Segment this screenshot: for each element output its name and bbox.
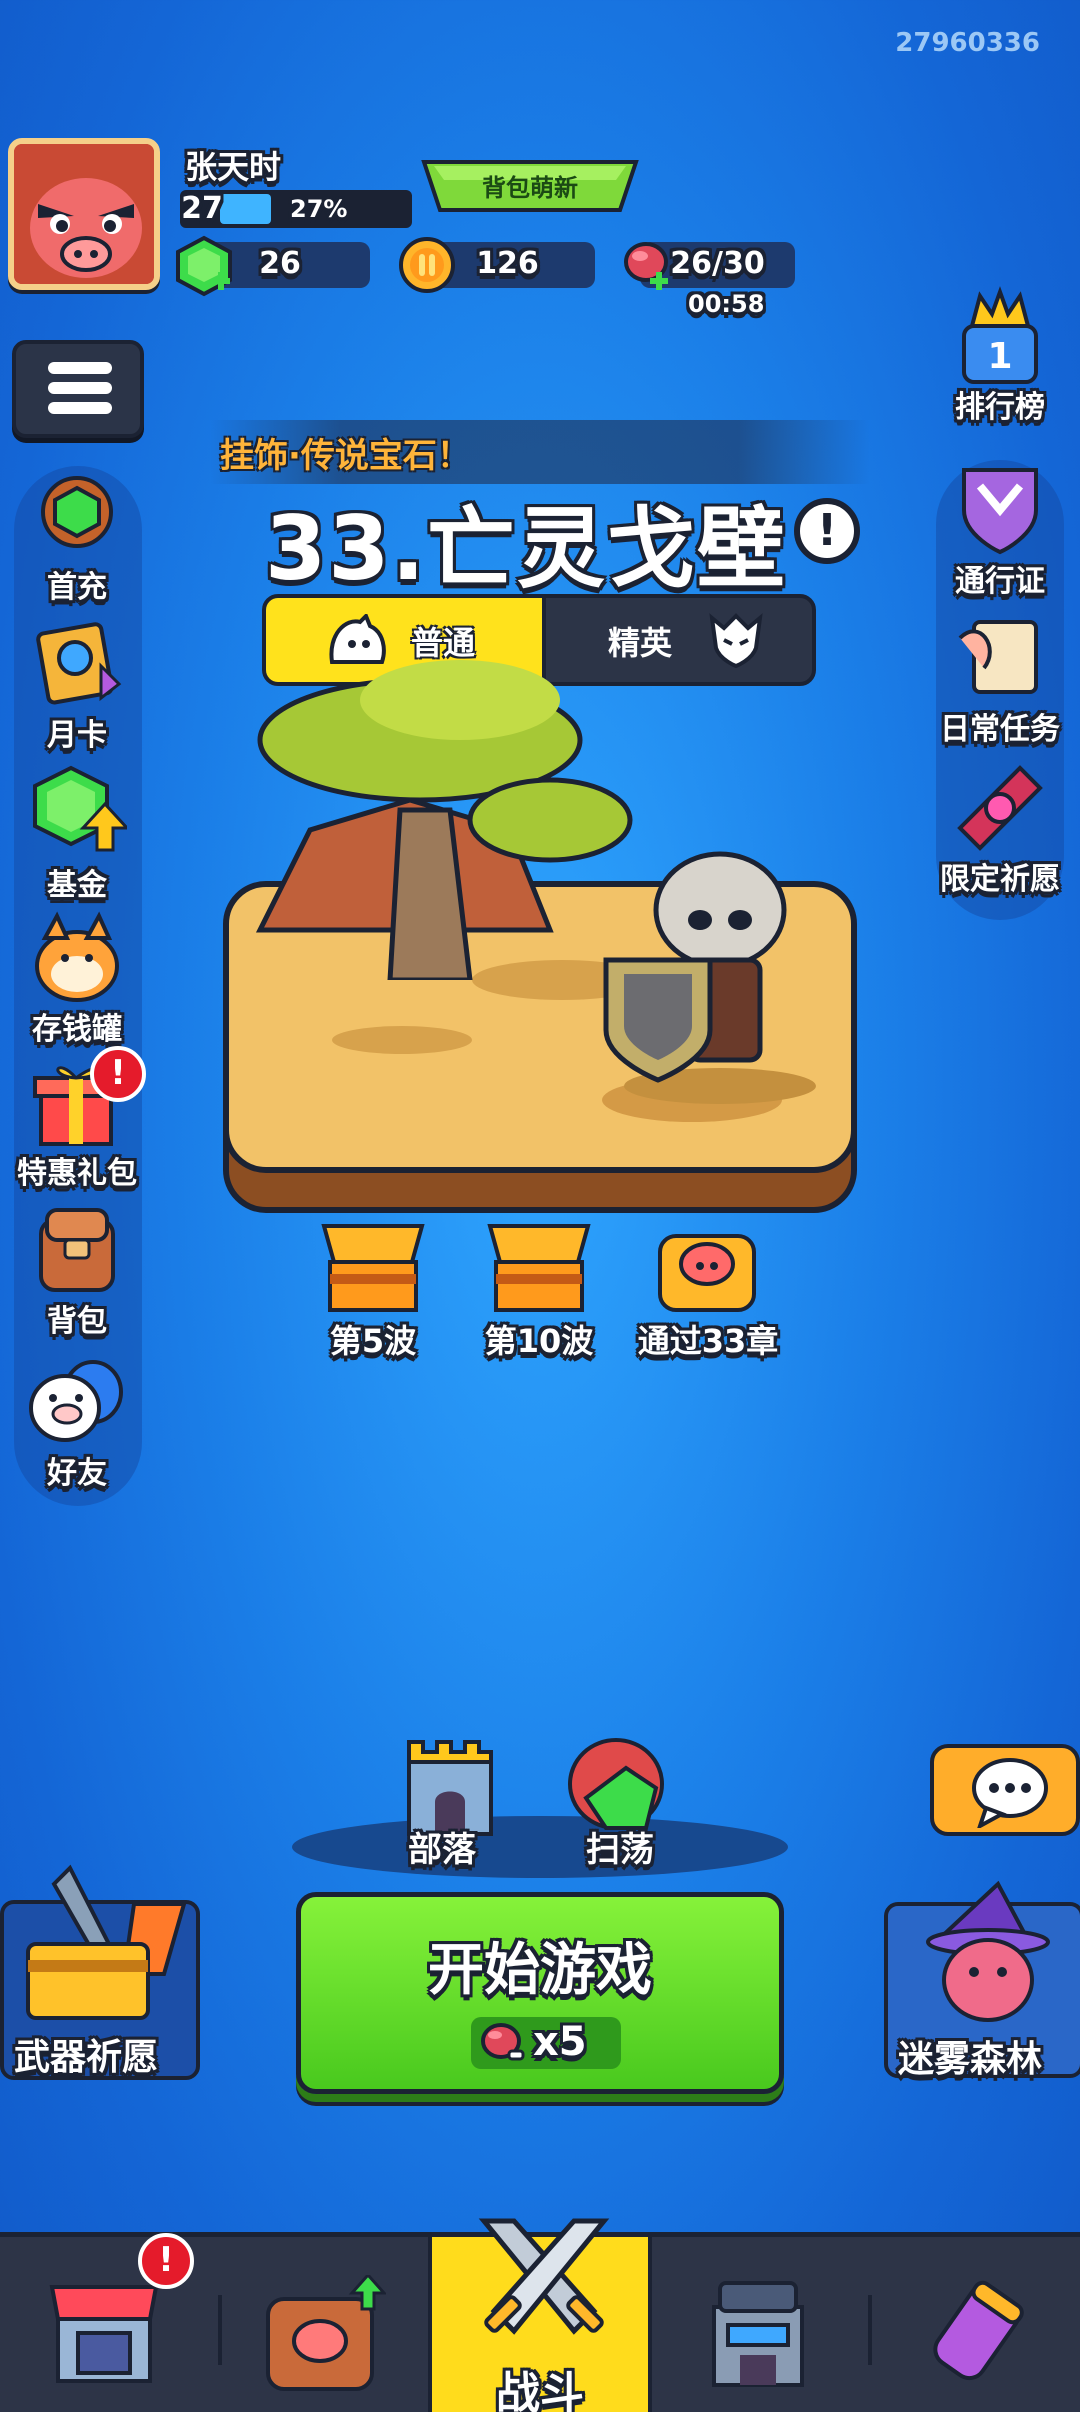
start-cost-value: x5 — [533, 2019, 587, 2065]
player-name: 张天时 — [185, 148, 282, 186]
reward-label: 通过33章 — [637, 1322, 779, 1360]
reward-wave-5[interactable]: 第5波 — [298, 1222, 448, 1362]
level-percent: 27% — [290, 195, 348, 223]
backpack-nav-icon[interactable] — [256, 2275, 386, 2395]
stage-title: 33.亡灵戈壁 — [265, 497, 787, 600]
bottom-nav: ! 战斗 — [0, 2218, 1080, 2412]
friends-icon — [29, 1360, 123, 1442]
start-cost: x5 — [471, 2017, 621, 2069]
menu-icon-bar — [48, 402, 112, 414]
start-game-button[interactable]: 开始游戏 x5 — [296, 1892, 784, 2094]
level-progress-fill — [220, 194, 271, 224]
title-banner-button[interactable]: 背包萌新 — [420, 152, 640, 220]
stage-subtitle: 挂饰·传说宝石！ — [220, 436, 471, 476]
menu-icon-bar — [48, 382, 112, 394]
potion-icon[interactable] — [922, 2277, 1032, 2387]
side-item-label: 好友 — [47, 1456, 107, 1491]
nav-battle-label: 战斗 — [496, 2368, 584, 2412]
side-item-limited-wish[interactable]: 限定祈愿 — [922, 758, 1078, 898]
weapon-chest-icon — [26, 1864, 187, 2020]
side-item-label: 背包 — [47, 1304, 107, 1339]
stamina-timer: 00:58 — [688, 290, 765, 318]
nav-divider — [868, 2295, 872, 2365]
side-item-friends[interactable]: 好友 — [2, 1352, 152, 1492]
side-item-label: 首充 — [47, 570, 107, 605]
piggy-bank-icon — [35, 911, 119, 1002]
reward-clear-chapter-33[interactable]: 通过33章 — [620, 1222, 796, 1362]
crossed-swords-icon — [478, 2218, 610, 2335]
leaderboard-icon: 1 — [962, 286, 1038, 384]
building-icon[interactable] — [706, 2277, 810, 2389]
side-item-leaderboard[interactable]: 1 排行榜 — [922, 286, 1078, 426]
side-item-label: 限定祈愿 — [940, 862, 1060, 897]
pass-icon — [962, 468, 1038, 555]
chest-icon — [321, 1224, 425, 1312]
limited-wish-icon — [957, 765, 1043, 851]
side-item-label: 通行证 — [955, 564, 1045, 599]
reward-label: 第10波 — [484, 1322, 594, 1360]
chat-button[interactable] — [930, 1744, 1080, 1836]
nav-divider — [218, 2295, 222, 2365]
level-bar: 27 27% — [180, 190, 412, 228]
stage-info-button[interactable]: ! — [794, 498, 860, 564]
fog-forest-label: 迷雾森林 — [898, 2039, 1043, 2080]
start-game-label: 开始游戏 — [428, 1938, 652, 2003]
svg-text:1: 1 — [987, 336, 1012, 377]
side-item-fund[interactable]: 基金 — [2, 764, 152, 904]
action-platform — [292, 1816, 788, 1878]
banner-label: 背包萌新 — [482, 174, 578, 202]
elite-mode-icon — [709, 613, 763, 668]
player-avatar[interactable] — [8, 138, 160, 290]
side-item-daily-quest[interactable]: 日常任务 — [922, 608, 1078, 748]
fog-forest-button[interactable]: 迷雾森林 — [884, 1880, 1080, 2080]
side-item-label: 存钱罐 — [32, 1012, 122, 1047]
side-item-label: 月卡 — [47, 718, 107, 753]
weapon-wish-label: 武器祈愿 — [14, 2037, 159, 2078]
menu-icon — [48, 362, 112, 374]
meat-icon — [481, 2023, 525, 2061]
tribe-label[interactable]: 部落 — [408, 1822, 476, 1871]
reward-wave-10[interactable]: 第10波 — [464, 1222, 614, 1362]
nav-tab-battle[interactable]: 战斗 — [428, 2218, 652, 2412]
sweep-label[interactable]: 扫荡 — [586, 1822, 654, 1871]
weapon-wish-button[interactable]: 武器祈愿 — [0, 1864, 200, 2080]
gem-icon — [176, 235, 232, 297]
fund-icon — [33, 765, 127, 852]
player-id: 27960336 — [895, 28, 1040, 58]
chat-bubble-icon — [972, 1758, 1048, 1828]
menu-button[interactable] — [12, 340, 144, 438]
pig-chest-icon — [658, 1234, 756, 1312]
side-item-label: 特惠礼包 — [17, 1156, 137, 1191]
side-item-label: 日常任务 — [940, 712, 1060, 747]
meat-icon — [624, 242, 668, 290]
reward-label: 第5波 — [329, 1322, 417, 1360]
side-item-label: 排行榜 — [955, 390, 1045, 425]
pig-warrior-avatar-icon — [14, 144, 154, 284]
side-item-piggy-bank[interactable]: 存钱罐 — [2, 908, 152, 1048]
monthly-card-icon — [36, 622, 122, 705]
first-recharge-icon — [41, 476, 113, 548]
side-item-label: 基金 — [47, 868, 107, 903]
side-item-first-recharge[interactable]: 首充 — [2, 466, 152, 606]
side-item-pass[interactable]: 通行证 — [922, 460, 1078, 600]
gift-pack-alert-badge: ! — [90, 1046, 146, 1102]
daily-quest-icon — [958, 620, 1038, 694]
side-item-backpack[interactable]: 背包 — [2, 1200, 152, 1340]
coin-icon — [399, 237, 455, 293]
level-number: 27 — [181, 191, 223, 226]
backpack-icon — [39, 1208, 115, 1292]
shop-alert-badge: ! — [138, 2233, 194, 2289]
shop-icon[interactable] — [48, 2277, 160, 2385]
witch-pig-icon — [926, 1880, 1050, 2022]
side-item-monthly-card[interactable]: 月卡 — [2, 614, 152, 754]
skeleton-enemy-icon — [603, 851, 816, 1104]
chest-icon — [487, 1224, 591, 1312]
